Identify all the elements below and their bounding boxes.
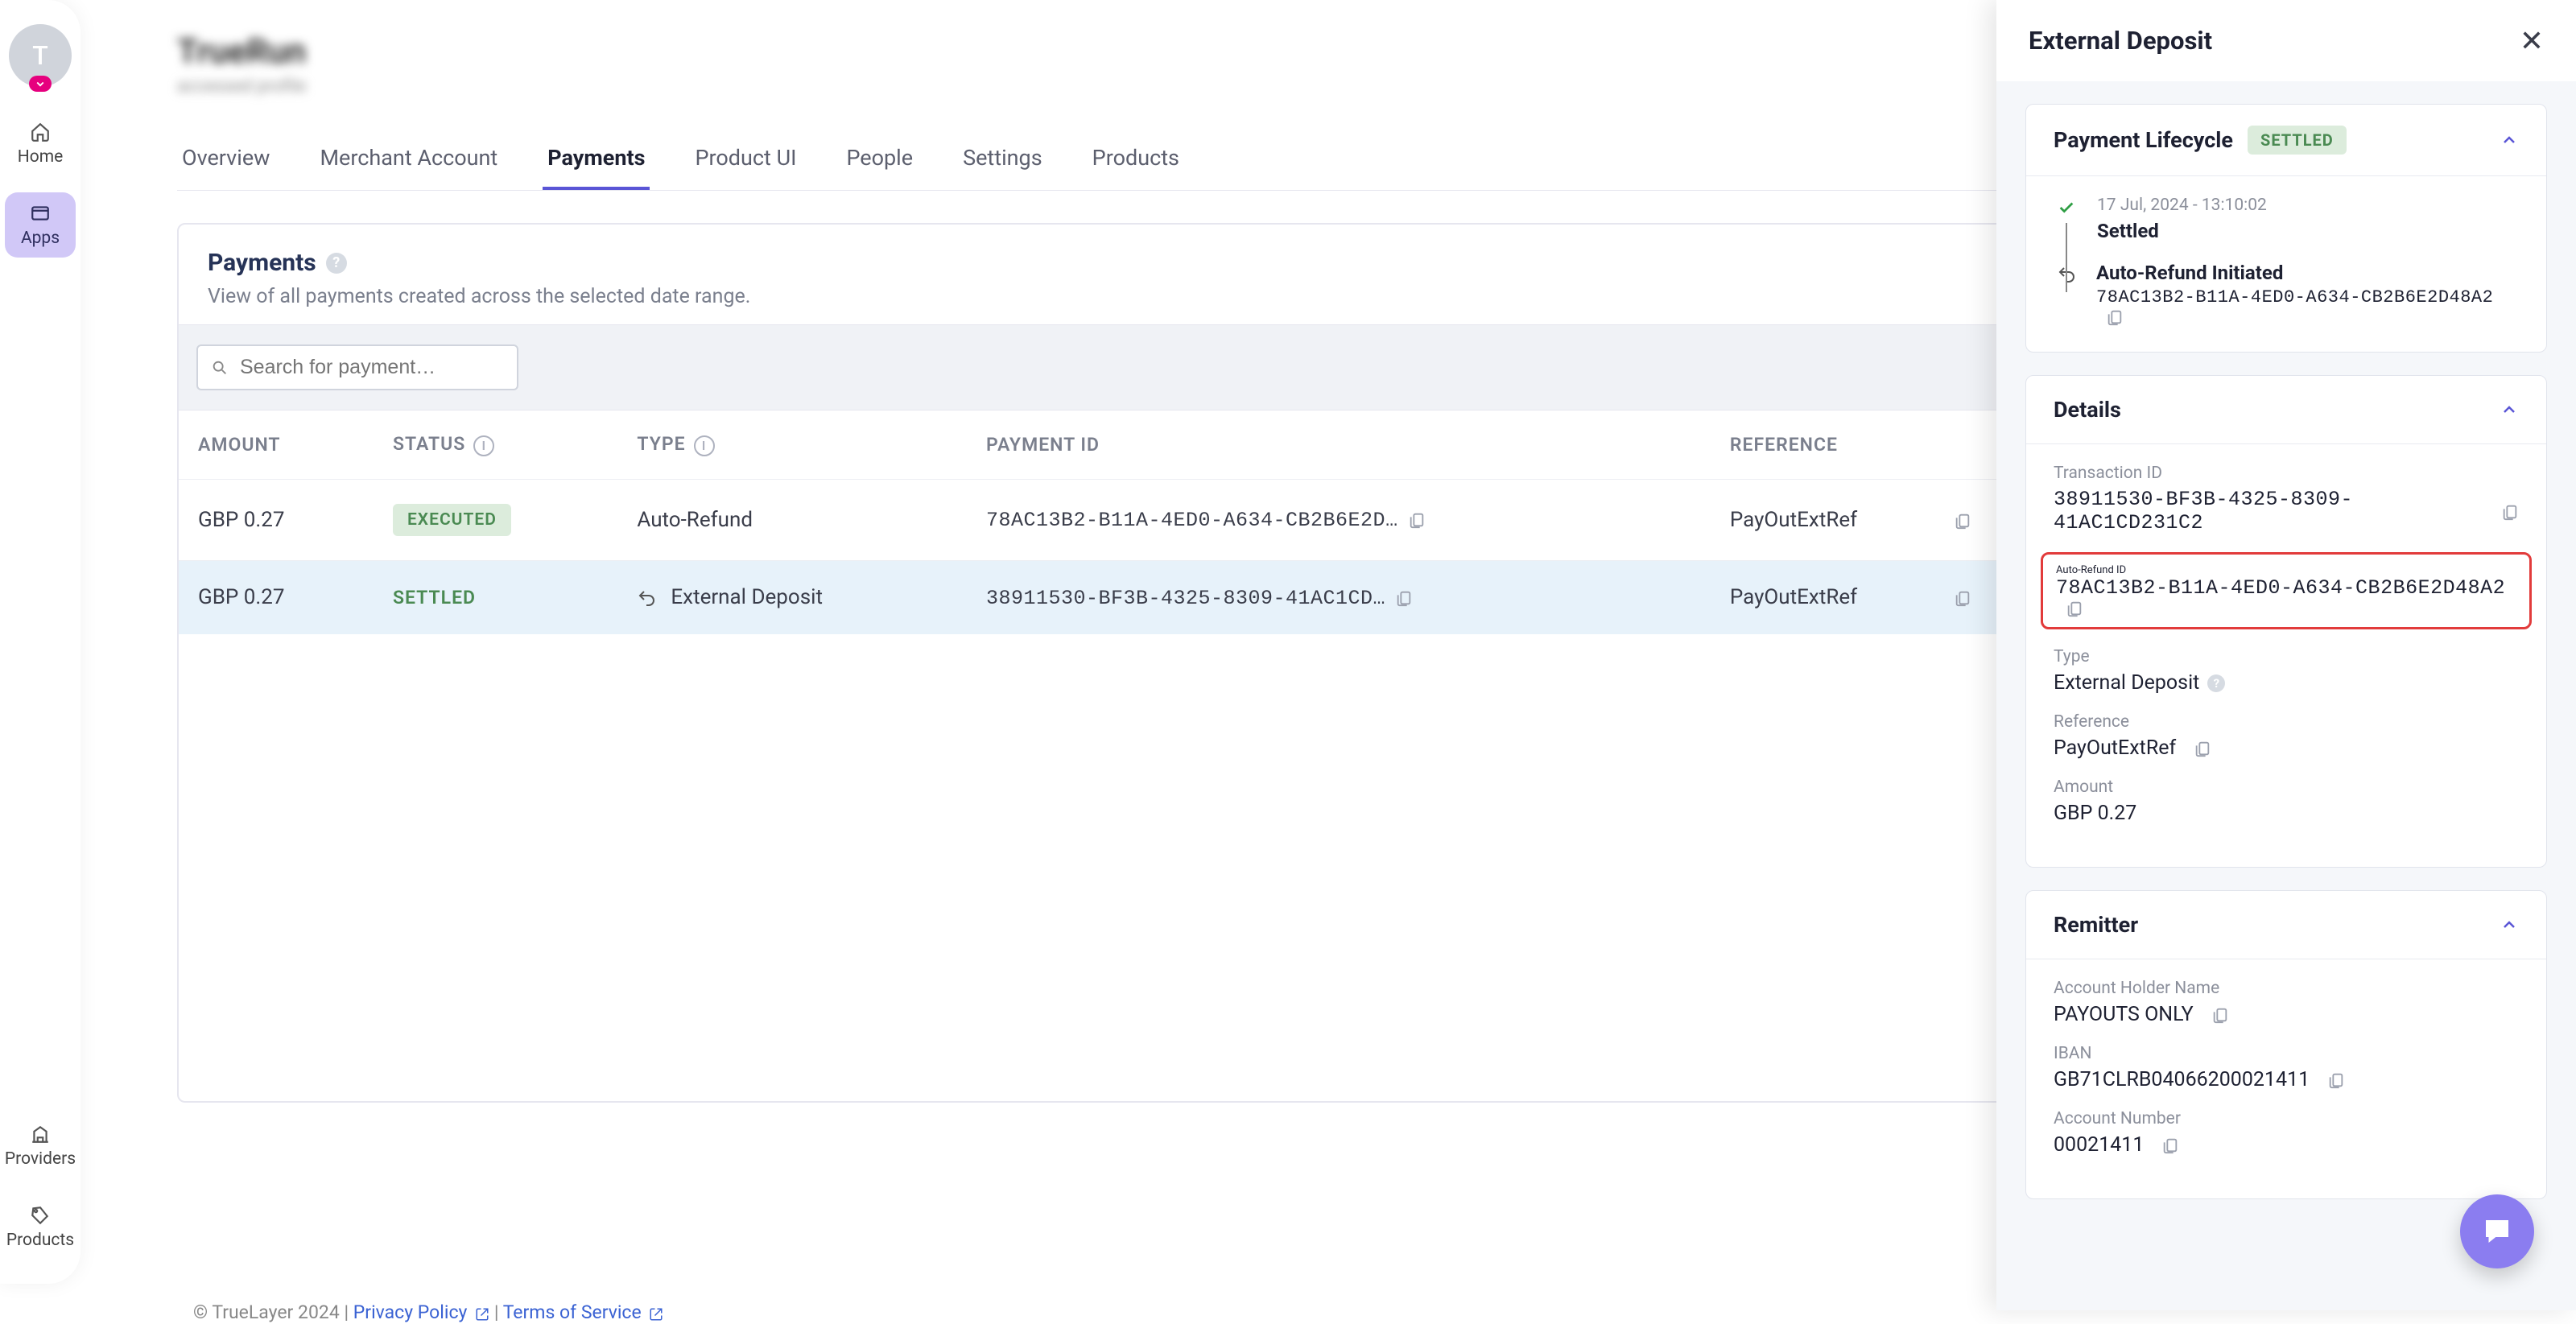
copy-icon[interactable]	[2194, 736, 2211, 760]
avatar[interactable]: T	[9, 24, 72, 87]
sidebar-item-label: Providers	[5, 1149, 76, 1169]
copy-icon[interactable]	[2066, 600, 2083, 617]
cell-type: External Deposit	[617, 560, 967, 634]
copy-icon[interactable]	[1954, 585, 1971, 609]
products-icon	[30, 1204, 51, 1226]
copy-icon[interactable]	[1954, 508, 1971, 532]
copy-icon[interactable]	[1408, 507, 1426, 531]
copy-icon[interactable]	[1395, 585, 1413, 609]
chevron-up-icon[interactable]	[2500, 400, 2519, 419]
field-value: GB71CLRB04066200021411	[2054, 1068, 2519, 1091]
field-value: External Deposit?	[2054, 671, 2519, 695]
footer: © TrueLayer 2024 | Privacy Policy | Term…	[193, 1301, 663, 1324]
avatar-letter: T	[32, 40, 48, 71]
sidebar-item-apps[interactable]: Apps	[5, 192, 76, 258]
field-key: Amount	[2054, 777, 2519, 797]
timeline-sub: 78AC13B2-B11A-4ED0-A634-CB2B6E2D48A2	[2096, 287, 2519, 328]
sidebar-item-label: Products	[6, 1231, 74, 1250]
tab-settings[interactable]: Settings	[958, 129, 1047, 190]
cell-type: Auto-Refund	[617, 479, 967, 560]
cell-amount: GBP 0.27	[179, 560, 374, 634]
search-input[interactable]	[240, 356, 504, 379]
cell-payment-id: 38911530-BF3B-4325-8309-41AC1CD…	[967, 560, 1711, 634]
sidebar-item-label: Apps	[21, 229, 60, 248]
providers-icon	[30, 1123, 51, 1145]
field-value: GBP 0.27	[2054, 802, 2519, 825]
search-icon	[211, 359, 229, 377]
col-amount: AMOUNT	[179, 410, 374, 479]
col-payment-id: PAYMENT ID	[967, 410, 1711, 479]
timeline-label: Settled	[2097, 220, 2267, 242]
sidebar: T Home Apps Providers	[0, 0, 80, 1284]
chat-fab[interactable]	[2460, 1194, 2534, 1268]
col-status: STATUSi	[374, 410, 617, 479]
details-title: Details	[2054, 397, 2121, 423]
col-type: TYPEi	[617, 410, 967, 479]
field-key: Type	[2054, 647, 2519, 666]
check-icon	[2054, 196, 2079, 217]
chevron-up-icon[interactable]	[2500, 915, 2519, 934]
details-section: Details Transaction ID 38911530-BF3B-4325…	[2025, 375, 2547, 868]
search-input-wrap[interactable]	[196, 344, 518, 390]
external-link-icon	[475, 1302, 489, 1324]
tab-overview[interactable]: Overview	[177, 129, 275, 190]
tab-payments[interactable]: Payments	[543, 129, 650, 190]
field-key: Reference	[2054, 712, 2519, 732]
remitter-title: Remitter	[2054, 912, 2138, 938]
cell-payment-id: 78AC13B2-B11A-4ED0-A634-CB2B6E2D…	[967, 479, 1711, 560]
terms-link[interactable]: Terms of Service	[503, 1301, 664, 1323]
field-value: 38911530-BF3B-4325-8309-41AC1CD231C2	[2054, 488, 2519, 534]
lifecycle-section: Payment Lifecycle SETTLED 17 Jul, 2024 -…	[2025, 104, 2547, 353]
field-value: PayOutExtRef	[2054, 736, 2519, 760]
field-value: 00021411	[2054, 1133, 2519, 1157]
help-icon[interactable]: ?	[2207, 674, 2225, 692]
info-icon[interactable]: i	[694, 435, 715, 456]
timeline-item: Auto-Refund Initiated 78AC13B2-B11A-4ED0-…	[2054, 262, 2519, 328]
home-icon	[30, 121, 51, 142]
field-value: PAYOUTS ONLY	[2054, 1003, 2519, 1026]
copy-icon[interactable]	[2501, 500, 2519, 523]
sidebar-item-label: Home	[18, 147, 64, 167]
remitter-section: Remitter Account Holder Name PAYOUTS ONLY…	[2025, 890, 2547, 1199]
timeline-label: Auto-Refund Initiated	[2096, 262, 2519, 284]
chevron-up-icon[interactable]	[2500, 130, 2519, 150]
field-key: Auto-Refund ID	[2056, 564, 2516, 576]
status-badge: SETTLED	[2248, 126, 2347, 155]
detail-panel: External Deposit ✕ Payment Lifecycle SET…	[1996, 0, 2576, 1310]
field-key: Account Number	[2054, 1109, 2519, 1128]
copy-icon[interactable]	[2161, 1133, 2179, 1157]
cell-status: SETTLED	[374, 560, 617, 634]
close-icon[interactable]: ✕	[2520, 27, 2544, 56]
cell-amount: GBP 0.27	[179, 479, 374, 560]
field-value: 78AC13B2-B11A-4ED0-A634-CB2B6E2D48A2	[2056, 576, 2516, 617]
sidebar-item-home[interactable]: Home	[5, 111, 76, 176]
tab-productui[interactable]: Product UI	[690, 129, 801, 190]
field-key: Transaction ID	[2054, 464, 2519, 483]
tab-merchant[interactable]: Merchant Account	[315, 129, 502, 190]
timeline-timestamp: 17 Jul, 2024 - 13:10:02	[2097, 196, 2267, 215]
copy-icon[interactable]	[2327, 1068, 2345, 1091]
avatar-dropdown-icon[interactable]	[29, 76, 52, 92]
undo-icon[interactable]	[637, 585, 656, 609]
copy-icon[interactable]	[2106, 307, 2124, 328]
privacy-link[interactable]: Privacy Policy	[353, 1301, 494, 1323]
copy-icon[interactable]	[2211, 1003, 2229, 1026]
tab-products[interactable]: Products	[1088, 129, 1184, 190]
apps-icon	[30, 202, 51, 224]
timeline-item: 17 Jul, 2024 - 13:10:02 Settled	[2054, 196, 2519, 242]
field-key: Account Holder Name	[2054, 979, 2519, 998]
highlighted-field: Auto-Refund ID78AC13B2-B11A-4ED0-A634-CB…	[2041, 552, 2532, 629]
lifecycle-title: Payment Lifecycle	[2054, 127, 2233, 153]
cell-status: EXECUTED	[374, 479, 617, 560]
info-icon[interactable]: i	[473, 435, 494, 456]
external-link-icon	[649, 1302, 663, 1324]
field-key: IBAN	[2054, 1044, 2519, 1063]
panel-title: External Deposit	[2029, 26, 2212, 56]
tab-people[interactable]: People	[841, 129, 918, 190]
sidebar-item-products[interactable]: Products	[5, 1194, 76, 1260]
help-icon[interactable]: ?	[326, 253, 347, 274]
sidebar-item-providers[interactable]: Providers	[5, 1113, 76, 1178]
